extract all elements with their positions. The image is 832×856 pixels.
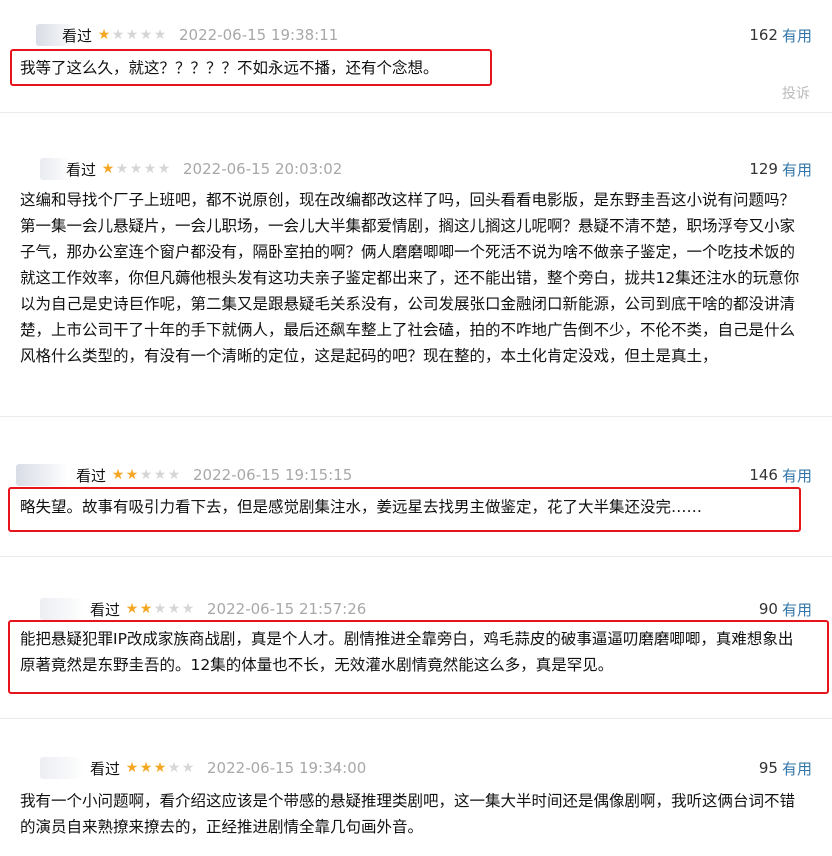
rating-stars: ★ ★ ★ ★ ★: [97, 28, 167, 42]
watch-status: 看过: [90, 759, 121, 778]
highlight-box: [8, 487, 801, 532]
report-button[interactable]: 投诉: [782, 83, 810, 103]
star-icon: ★: [97, 27, 111, 43]
star-icon: ★: [153, 27, 167, 43]
star-icon: ★: [153, 467, 167, 483]
star-icon: ★: [153, 601, 167, 617]
rating-stars: ★ ★ ★ ★ ★: [101, 162, 171, 176]
star-icon: ★: [139, 601, 153, 617]
review-meta: 看过 ★ ★ ★ ★ ★ 2022-06-15 19:15:15: [0, 462, 352, 488]
useful-vote: 95 有用: [759, 755, 812, 781]
useful-vote: 129 有用: [749, 156, 812, 182]
review-time: 2022-06-15 19:34:00: [207, 759, 367, 777]
rating-stars: ★ ★ ★ ★ ★: [125, 761, 195, 775]
highlight-box: [10, 49, 492, 86]
review-meta: 看过 ★ ★ ★ ★ ★ 2022-06-15 21:57:26: [0, 596, 366, 622]
username-blurred[interactable]: [16, 464, 68, 486]
star-icon: ★: [101, 161, 115, 177]
useful-count: 95: [758, 759, 778, 777]
highlight-box: [8, 620, 829, 694]
star-icon: ★: [129, 161, 143, 177]
star-icon: ★: [167, 601, 181, 617]
useful-count: 129: [749, 160, 778, 178]
username-blurred[interactable]: [40, 757, 84, 779]
divider: [0, 112, 832, 113]
watch-status: 看过: [62, 26, 93, 45]
star-icon: ★: [139, 27, 153, 43]
watch-status: 看过: [76, 466, 107, 485]
review-time: 2022-06-15 20:03:02: [183, 160, 343, 178]
star-icon: ★: [143, 161, 157, 177]
useful-button[interactable]: 有用: [782, 599, 812, 620]
useful-vote: 146 有用: [749, 462, 812, 488]
review-meta: 看过 ★ ★ ★ ★ ★ 2022-06-15 19:38:11: [0, 22, 338, 48]
useful-vote: 162 有用: [749, 22, 812, 48]
useful-count: 146: [749, 466, 778, 484]
star-icon: ★: [125, 760, 139, 776]
star-icon: ★: [153, 760, 167, 776]
star-icon: ★: [115, 161, 129, 177]
useful-count: 162: [749, 26, 778, 44]
star-icon: ★: [125, 601, 139, 617]
review-meta: 看过 ★ ★ ★ ★ ★ 2022-06-15 20:03:02: [0, 156, 342, 182]
divider: [0, 718, 832, 719]
divider: [0, 416, 832, 417]
star-icon: ★: [111, 27, 125, 43]
rating-stars: ★ ★ ★ ★ ★: [111, 468, 181, 482]
star-icon: ★: [139, 760, 153, 776]
review-content: 我有一个小问题啊，看介绍这应该是个带感的悬疑推理类剧吧，这一集大半时间还是偶像剧…: [20, 792, 796, 836]
star-icon: ★: [167, 467, 181, 483]
star-icon: ★: [125, 467, 139, 483]
star-icon: ★: [181, 601, 195, 617]
watch-status: 看过: [90, 600, 121, 619]
review-content: 这编和导找个厂子上班吧，都不说原创，现在改编都改这样了吗，回头看看电影版，是东野…: [20, 191, 800, 365]
star-icon: ★: [139, 467, 153, 483]
review-time: 2022-06-15 19:15:15: [193, 466, 353, 484]
review-meta: 看过 ★ ★ ★ ★ ★ 2022-06-15 19:34:00: [0, 755, 366, 781]
divider: [0, 556, 832, 557]
useful-count: 90: [758, 600, 778, 618]
useful-button[interactable]: 有用: [782, 159, 812, 180]
useful-vote: 90 有用: [759, 596, 812, 622]
useful-button[interactable]: 有用: [782, 758, 812, 779]
star-icon: ★: [157, 161, 171, 177]
review-time: 2022-06-15 19:38:11: [179, 26, 339, 44]
rating-stars: ★ ★ ★ ★ ★: [125, 602, 195, 616]
star-icon: ★: [125, 27, 139, 43]
star-icon: ★: [181, 760, 195, 776]
star-icon: ★: [111, 467, 125, 483]
useful-button[interactable]: 有用: [782, 25, 812, 46]
username-blurred[interactable]: [40, 158, 70, 180]
useful-button[interactable]: 有用: [782, 465, 812, 486]
username-blurred[interactable]: [40, 598, 84, 620]
review-time: 2022-06-15 21:57:26: [207, 600, 367, 618]
star-icon: ★: [167, 760, 181, 776]
watch-status: 看过: [66, 160, 97, 179]
